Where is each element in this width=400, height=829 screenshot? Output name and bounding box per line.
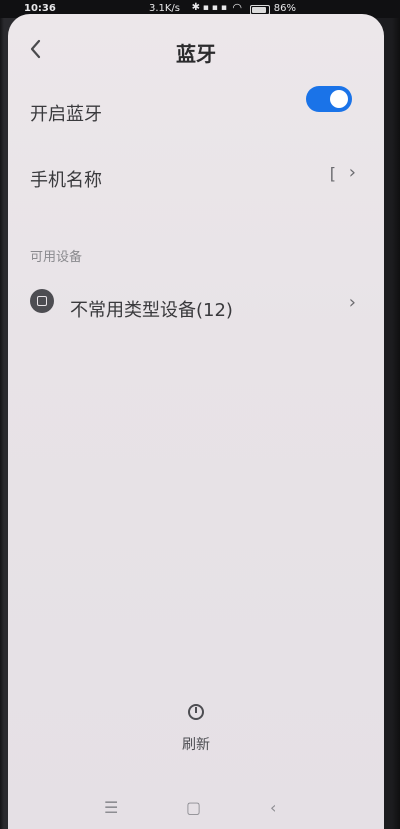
device-name-value: [ [329,164,336,183]
bluetooth-status-icon: ✱ [191,2,200,13]
net-speed: 3.1K/s [148,3,180,14]
status-time: 10:36 [24,3,56,14]
device-frame: 10:36 ▪▪▪ 3.1K/s ✱ ◠ 86% 蓝牙 开启蓝牙 手机名称 [… [0,0,400,829]
home-icon[interactable]: ▢ [186,798,201,817]
status-icons: ▪▪▪ [202,3,230,13]
device-type-icon [30,289,54,313]
battery-percent: 86% [273,3,296,14]
device-item-label: 不常用类型设备(12) [70,300,233,321]
wifi-icon: ◠ [232,1,242,14]
back-icon[interactable]: ‹ [270,798,276,817]
chevron-right-icon: › [348,292,356,313]
device-name-row[interactable]: 手机名称 [ › [8,150,384,206]
refresh-label: 刷新 [182,737,210,753]
list-item[interactable]: 不常用类型设备(12) › [8,280,384,336]
navigation-bar: ☰ ▢ ‹ [8,792,384,822]
menu-icon[interactable]: ☰ [104,798,118,817]
device-type-icon-inner [37,296,47,306]
refresh-button[interactable]: 刷新 [8,704,384,754]
device-name-label: 手机名称 [30,170,102,191]
refresh-icon [188,704,204,720]
title-bar: 蓝牙 [8,14,384,84]
section-available-devices: 可用设备 [30,250,83,265]
bluetooth-toggle[interactable] [306,86,352,112]
toggle-knob [330,90,348,108]
battery-fill [252,7,266,13]
chevron-right-icon: › [348,162,356,183]
page-title: 蓝牙 [176,42,216,66]
bluetooth-label: 开启蓝牙 [30,104,102,125]
bluetooth-settings-screen: 蓝牙 开启蓝牙 手机名称 [ › 可用设备 不常用类型设备(12) › 刷新 ☰… [8,14,384,829]
